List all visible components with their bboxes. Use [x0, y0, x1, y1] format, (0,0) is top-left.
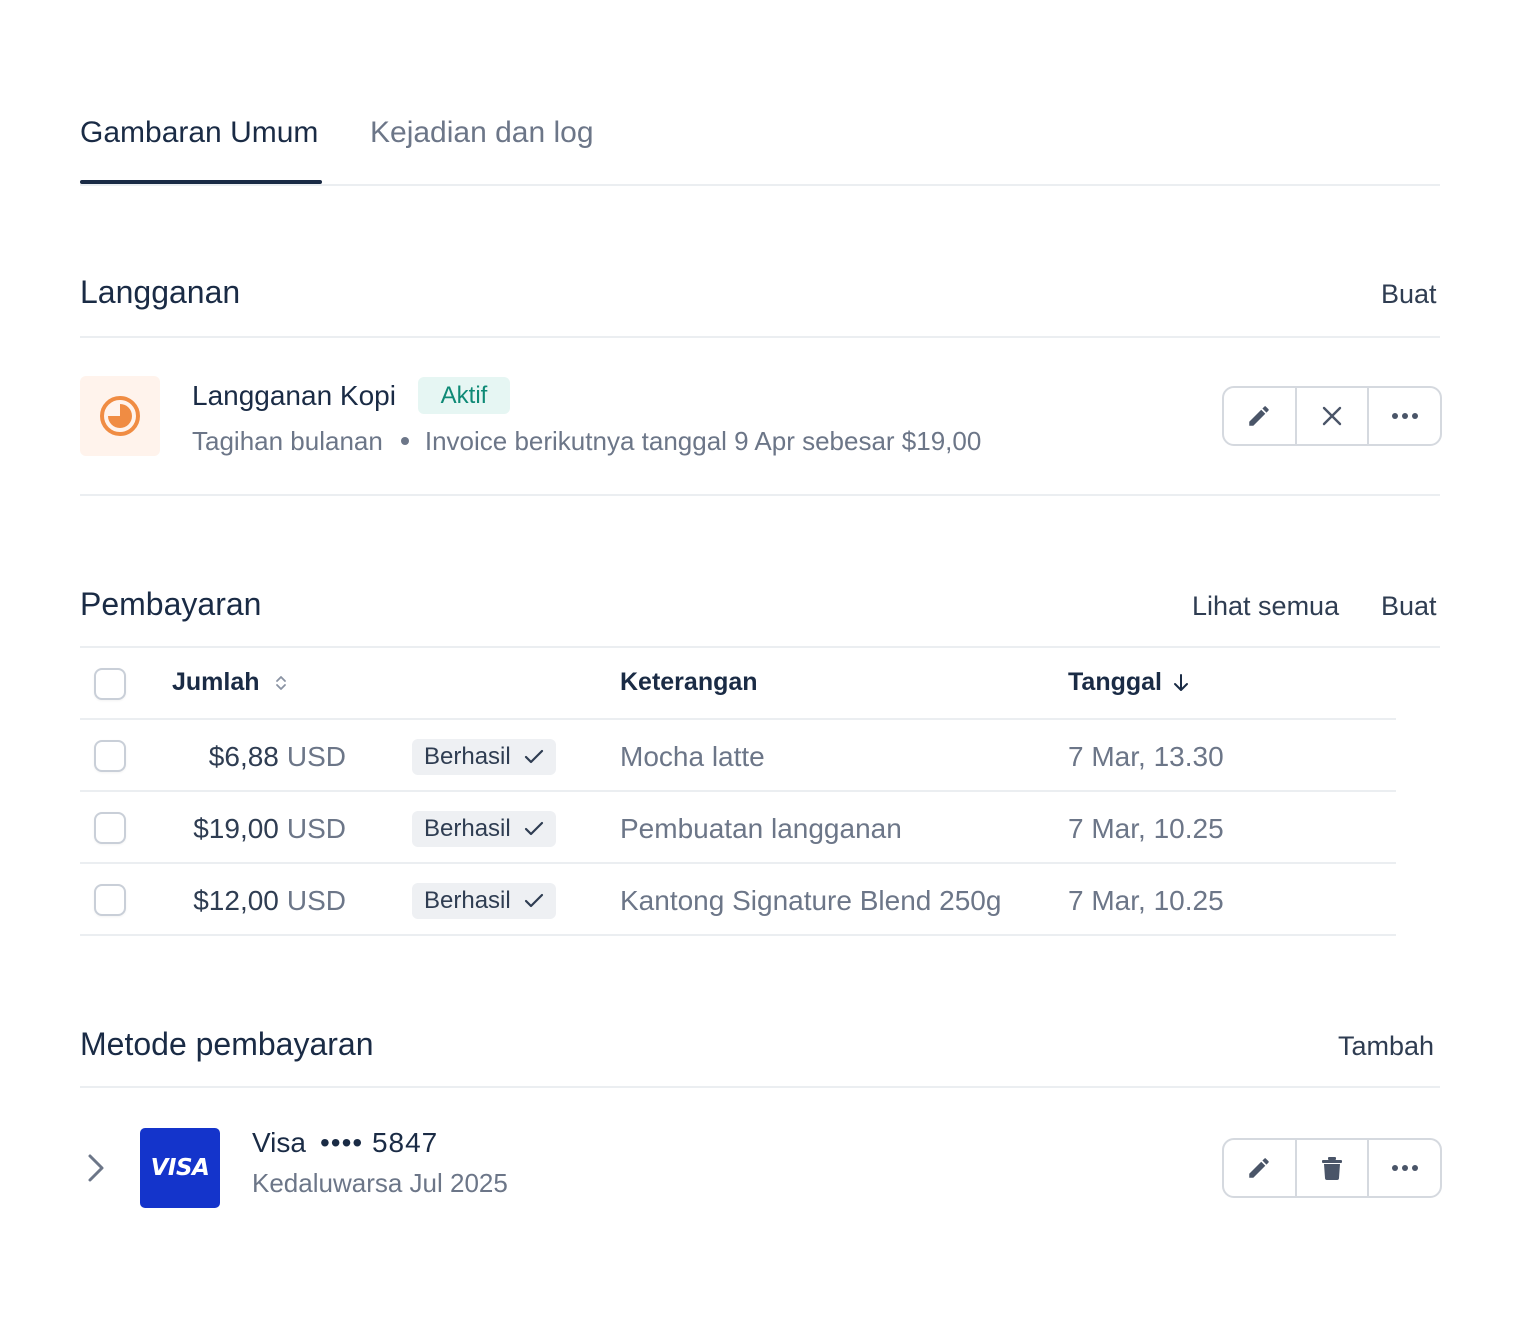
chevron-right-icon[interactable] [82, 1152, 110, 1184]
subscriptions-title: Langganan [80, 274, 241, 310]
currency: USD [286, 741, 346, 772]
subscription-icon-tile [80, 376, 160, 456]
more-icon [1391, 413, 1418, 419]
date-cell: 7 Mar, 10.25 [1068, 813, 1224, 844]
status-label: Berhasil [424, 743, 511, 770]
column-date-label: Tanggal [1068, 668, 1162, 696]
currency: USD [286, 813, 346, 844]
billing-interval: Tagihan bulanan [192, 426, 383, 456]
subscription-name[interactable]: Langganan Kopi [192, 380, 396, 412]
delete-payment-method-button[interactable] [1294, 1140, 1368, 1196]
payment-methods-title: Metode pembayaran [80, 1026, 374, 1062]
divider [80, 336, 1440, 338]
active-tab-indicator [80, 180, 322, 184]
payment-method-actions [1222, 1138, 1442, 1198]
edit-subscription-button[interactable] [1224, 388, 1295, 444]
add-payment-method-button[interactable]: Tambah [1338, 1031, 1434, 1062]
card-brand: Visa [252, 1127, 306, 1158]
description-cell: Kantong Signature Blend 250g [620, 885, 1002, 916]
select-all-checkbox[interactable] [94, 668, 126, 700]
separator-dot [400, 437, 409, 446]
cancel-subscription-button[interactable] [1294, 388, 1368, 444]
view-all-payments-link[interactable]: Lihat semua [1192, 591, 1339, 622]
table-divider [80, 718, 1396, 720]
amount-cell: $19,00 USD [166, 813, 346, 845]
currency: USD [286, 885, 346, 916]
arrow-down-icon [1173, 674, 1188, 692]
date-cell: 7 Mar, 10.25 [1068, 885, 1224, 916]
amount-value: $6,88 [208, 741, 279, 772]
row-checkbox[interactable] [94, 884, 126, 916]
status-badge: Berhasil [412, 883, 556, 919]
trash-icon [1322, 1157, 1342, 1180]
payments-title: Pembayaran [80, 586, 262, 622]
row-checkbox[interactable] [94, 740, 126, 772]
card-expiry: Kedaluwarsa Jul 2025 [252, 1168, 508, 1198]
table-divider [80, 862, 1396, 864]
close-icon [1322, 406, 1342, 426]
edit-icon [1249, 406, 1270, 426]
column-amount[interactable]: Jumlah [172, 668, 288, 697]
check-icon [524, 821, 544, 836]
description-cell: Mocha latte [620, 741, 765, 772]
subscription-meta: Tagihan bulanan Invoice berikutnya tangga… [192, 426, 981, 457]
more-icon [1391, 1165, 1418, 1171]
edit-payment-method-button[interactable] [1224, 1140, 1295, 1196]
column-description[interactable]: Keterangan [620, 668, 758, 697]
description-cell: Pembuatan langganan [620, 813, 902, 844]
create-payment-button[interactable]: Buat [1381, 591, 1437, 622]
card-last4: •••• 5847 [319, 1127, 439, 1158]
tab-overview[interactable]: Gambaran Umum [80, 116, 318, 150]
date-cell: 7 Mar, 13.30 [1068, 741, 1224, 772]
create-subscription-button[interactable]: Buat [1381, 279, 1437, 310]
column-amount-label: Jumlah [172, 668, 260, 696]
divider [80, 494, 1440, 496]
amount-cell: $12,00 USD [166, 885, 346, 917]
tab-events-logs[interactable]: Kejadian dan log [370, 116, 594, 150]
sort-icon [276, 676, 287, 691]
status-badge: Aktif [418, 377, 510, 414]
next-invoice: Invoice berikutnya tanggal 9 Apr sebesar… [424, 426, 982, 456]
payment-method-name: Visa •••• 5847 [252, 1127, 438, 1159]
column-date[interactable]: Tanggal [1068, 668, 1189, 697]
check-icon [524, 893, 544, 908]
status-label: Berhasil [424, 815, 511, 842]
tab-bar: Gambaran Umum Kejadian dan log [80, 96, 1440, 186]
status-badge: Berhasil [412, 739, 556, 775]
more-subscription-button[interactable] [1367, 388, 1440, 444]
divider [80, 646, 1440, 648]
edit-icon [1249, 1158, 1270, 1178]
divider [80, 1086, 1440, 1088]
subscription-clock-icon [100, 396, 140, 436]
subscription-actions [1222, 386, 1442, 446]
status-badge: Berhasil [412, 811, 556, 847]
visa-card-logo: VISA [140, 1128, 220, 1208]
amount-cell: $6,88 USD [166, 741, 346, 773]
amount-value: $12,00 [193, 885, 279, 916]
check-icon [524, 749, 544, 764]
amount-value: $19,00 [193, 813, 279, 844]
more-payment-method-button[interactable] [1367, 1140, 1440, 1196]
table-divider [80, 934, 1396, 936]
table-divider [80, 790, 1396, 792]
status-label: Berhasil [424, 887, 511, 914]
row-checkbox[interactable] [94, 812, 126, 844]
